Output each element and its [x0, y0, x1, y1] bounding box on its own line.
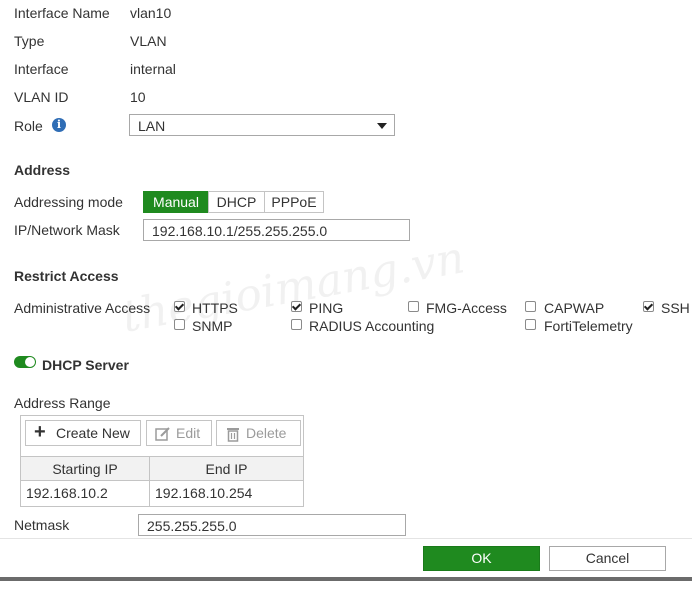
ok-button[interactable]: OK [423, 546, 540, 571]
fortitelemetry-checkbox[interactable] [525, 319, 536, 330]
addressing-mode-label: Addressing mode [14, 194, 123, 210]
role-select-value: LAN [138, 118, 166, 134]
snmp-checkbox[interactable] [174, 319, 185, 330]
ssh-label: SSH [661, 300, 690, 316]
ip-network-mask-input[interactable]: 192.168.10.1/255.255.255.0 [143, 219, 410, 241]
interface-value: internal [130, 61, 176, 77]
edit-icon [155, 425, 171, 449]
radius-accounting-checkbox[interactable] [291, 319, 302, 330]
ip-network-mask-label: IP/Network Mask [14, 222, 120, 238]
cancel-button[interactable]: Cancel [549, 546, 666, 571]
column-header-starting-ip[interactable]: Starting IP [21, 456, 150, 481]
mode-manual-button[interactable]: Manual [143, 191, 209, 213]
capwap-checkbox[interactable] [525, 301, 536, 312]
address-range-table: + Create New Edit Delete Starting IP End… [20, 415, 304, 507]
edit-button[interactable]: Edit [146, 420, 212, 446]
mode-pppoe-button[interactable]: PPPoE [264, 191, 324, 213]
delete-label: Delete [246, 425, 287, 441]
https-checkbox[interactable] [174, 301, 185, 312]
vlan-id-value: 10 [130, 89, 146, 105]
fmg-access-checkbox[interactable] [408, 301, 419, 312]
mode-dhcp-button[interactable]: DHCP [208, 191, 265, 213]
netmask-value: 255.255.255.0 [147, 518, 237, 534]
chevron-down-icon [377, 123, 387, 129]
interface-label: Interface [14, 61, 69, 77]
create-new-label: Create New [56, 425, 130, 441]
interface-name-label: Interface Name [14, 5, 110, 21]
trash-icon [225, 425, 241, 449]
role-label: Role [14, 118, 43, 134]
type-label: Type [14, 33, 45, 49]
netmask-label: Netmask [14, 517, 70, 533]
dhcp-server-label: DHCP Server [42, 357, 129, 373]
role-select[interactable]: LAN [129, 114, 395, 136]
interface-name-value: vlan10 [130, 5, 172, 21]
create-new-button[interactable]: + Create New [25, 420, 141, 446]
ip-network-mask-value: 192.168.10.1/255.255.255.0 [152, 223, 328, 239]
administrative-access-label: Administrative Access [14, 300, 151, 316]
delete-button[interactable]: Delete [216, 420, 301, 446]
table-cell-end-ip[interactable]: 192.168.10.254 [150, 481, 303, 506]
vlan-id-label: VLAN ID [14, 89, 69, 105]
plus-icon: + [34, 421, 46, 443]
netmask-input[interactable]: 255.255.255.0 [138, 514, 406, 536]
radius-accounting-label: RADIUS Accounting [309, 318, 435, 334]
bottom-divider [0, 577, 692, 581]
restrict-access-heading: Restrict Access [14, 268, 119, 284]
ping-checkbox[interactable] [291, 301, 302, 312]
ping-label: PING [309, 300, 344, 316]
ssh-checkbox[interactable] [643, 301, 654, 312]
column-header-end-ip[interactable]: End IP [150, 456, 303, 481]
fmg-access-label: FMG-Access [426, 300, 507, 316]
address-range-label: Address Range [14, 395, 111, 411]
edit-label: Edit [176, 425, 201, 441]
table-cell-starting-ip[interactable]: 192.168.10.2 [21, 481, 150, 506]
dhcp-server-toggle[interactable] [14, 356, 36, 368]
address-heading: Address [14, 162, 71, 178]
info-icon[interactable]: i [52, 118, 66, 132]
fortitelemetry-label: FortiTelemetry [544, 318, 633, 334]
capwap-label: CAPWAP [544, 300, 605, 316]
snmp-label: SNMP [192, 318, 233, 334]
type-value: VLAN [130, 33, 167, 49]
https-label: HTTPS [192, 300, 238, 316]
